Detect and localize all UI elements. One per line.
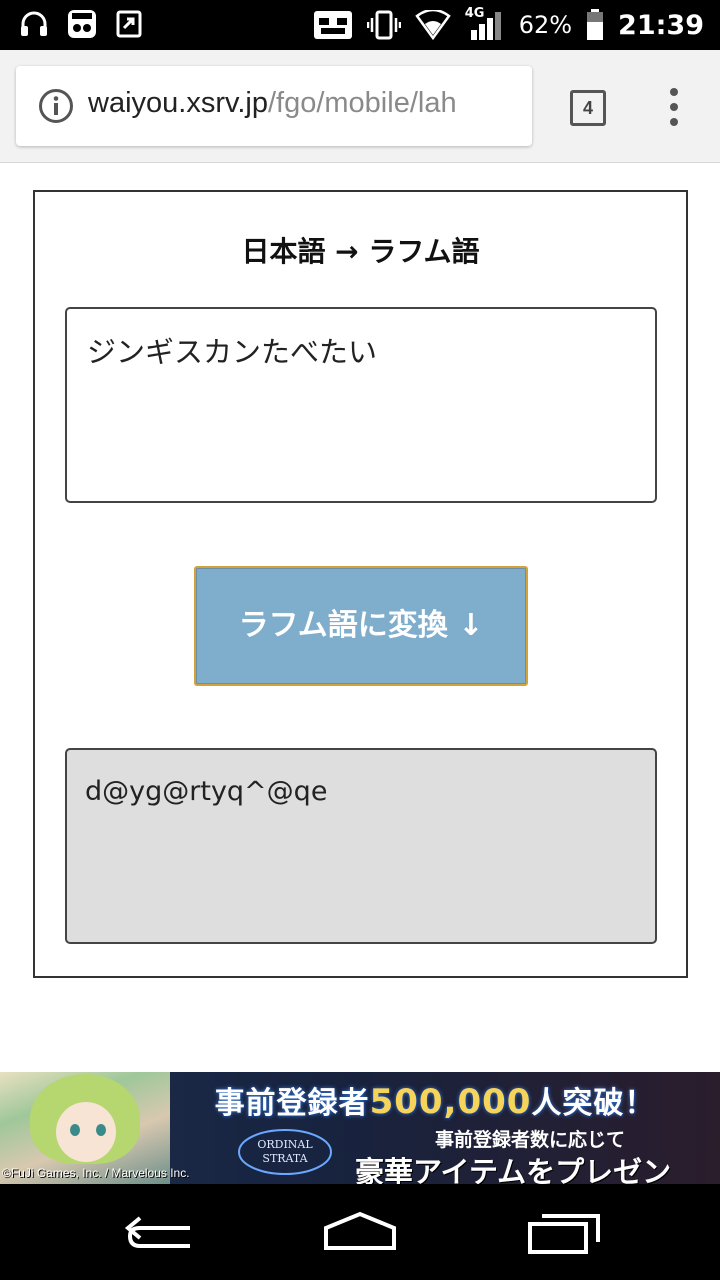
ad-banner[interactable]: 事前登録者500,000人突破！ ORDINAL STRATA 事前登録者数に応…	[0, 1072, 720, 1184]
back-icon[interactable]	[120, 1206, 200, 1258]
headset-icon	[21, 11, 47, 36]
clock: 21:39	[618, 9, 704, 41]
battery-icon	[587, 9, 604, 40]
svg-text:STRATA: STRATA	[262, 1152, 308, 1165]
vibrate-icon	[366, 10, 401, 40]
game-logo: ORDINAL STRATA	[238, 1129, 332, 1175]
battery-percent: 62%	[518, 11, 573, 39]
info-icon[interactable]	[38, 88, 74, 124]
ad-headline-pre: 事前登録者	[214, 1086, 370, 1121]
panel-title: 日本語 → ラフム語	[241, 235, 480, 268]
convert-button[interactable]: ラフム語に変換 ↓	[194, 566, 528, 686]
tab-switcher-button[interactable]: 4	[570, 90, 606, 126]
recents-icon[interactable]	[524, 1206, 604, 1258]
url-path: /fgo/mobile/lah	[267, 87, 457, 119]
home-icon[interactable]	[320, 1206, 400, 1258]
browser-toolbar: waiyou.xsrv.jp/fgo/mobile/lah 4	[0, 50, 720, 163]
rahmu-output[interactable]: d@yg@rtyq^@qe	[65, 748, 657, 944]
ad-subtext-1: 事前登録者数に応じて	[435, 1129, 626, 1151]
system-nav-bar	[0, 1184, 720, 1280]
quest-app-icon	[68, 10, 96, 38]
url-text[interactable]: waiyou.xsrv.jp/fgo/mobile/lah	[88, 87, 457, 120]
svg-text:ORDINAL: ORDINAL	[257, 1138, 313, 1151]
wifi-icon	[414, 10, 451, 40]
share-app-icon	[116, 10, 142, 38]
ad-copyright: ©FuJi Games, Inc. / Marvelous Inc.	[2, 1166, 190, 1180]
address-bar[interactable]: waiyou.xsrv.jp/fgo/mobile/lah	[16, 66, 532, 146]
ad-headline-post: 人突破！	[531, 1086, 656, 1121]
ad-headline: 事前登録者500,000人突破！	[150, 1078, 720, 1122]
status-bar: 4G 62% 21:39	[0, 0, 720, 50]
japanese-input[interactable]: ジンギスカンたべたい	[65, 307, 657, 503]
cast-icon	[313, 11, 352, 39]
more-vert-icon[interactable]	[662, 88, 686, 130]
ad-subtext-2: 豪華アイテムをプレゼント！	[355, 1155, 672, 1184]
signal-4g-icon: 4G	[465, 6, 505, 42]
ad-headline-number: 500,000	[369, 1082, 532, 1122]
url-host: waiyou.xsrv.jp	[88, 87, 268, 119]
translator-panel: 日本語 → ラフム語 ジンギスカンたべたい ラフム語に変換 ↓ d@yg@rty…	[33, 190, 688, 978]
